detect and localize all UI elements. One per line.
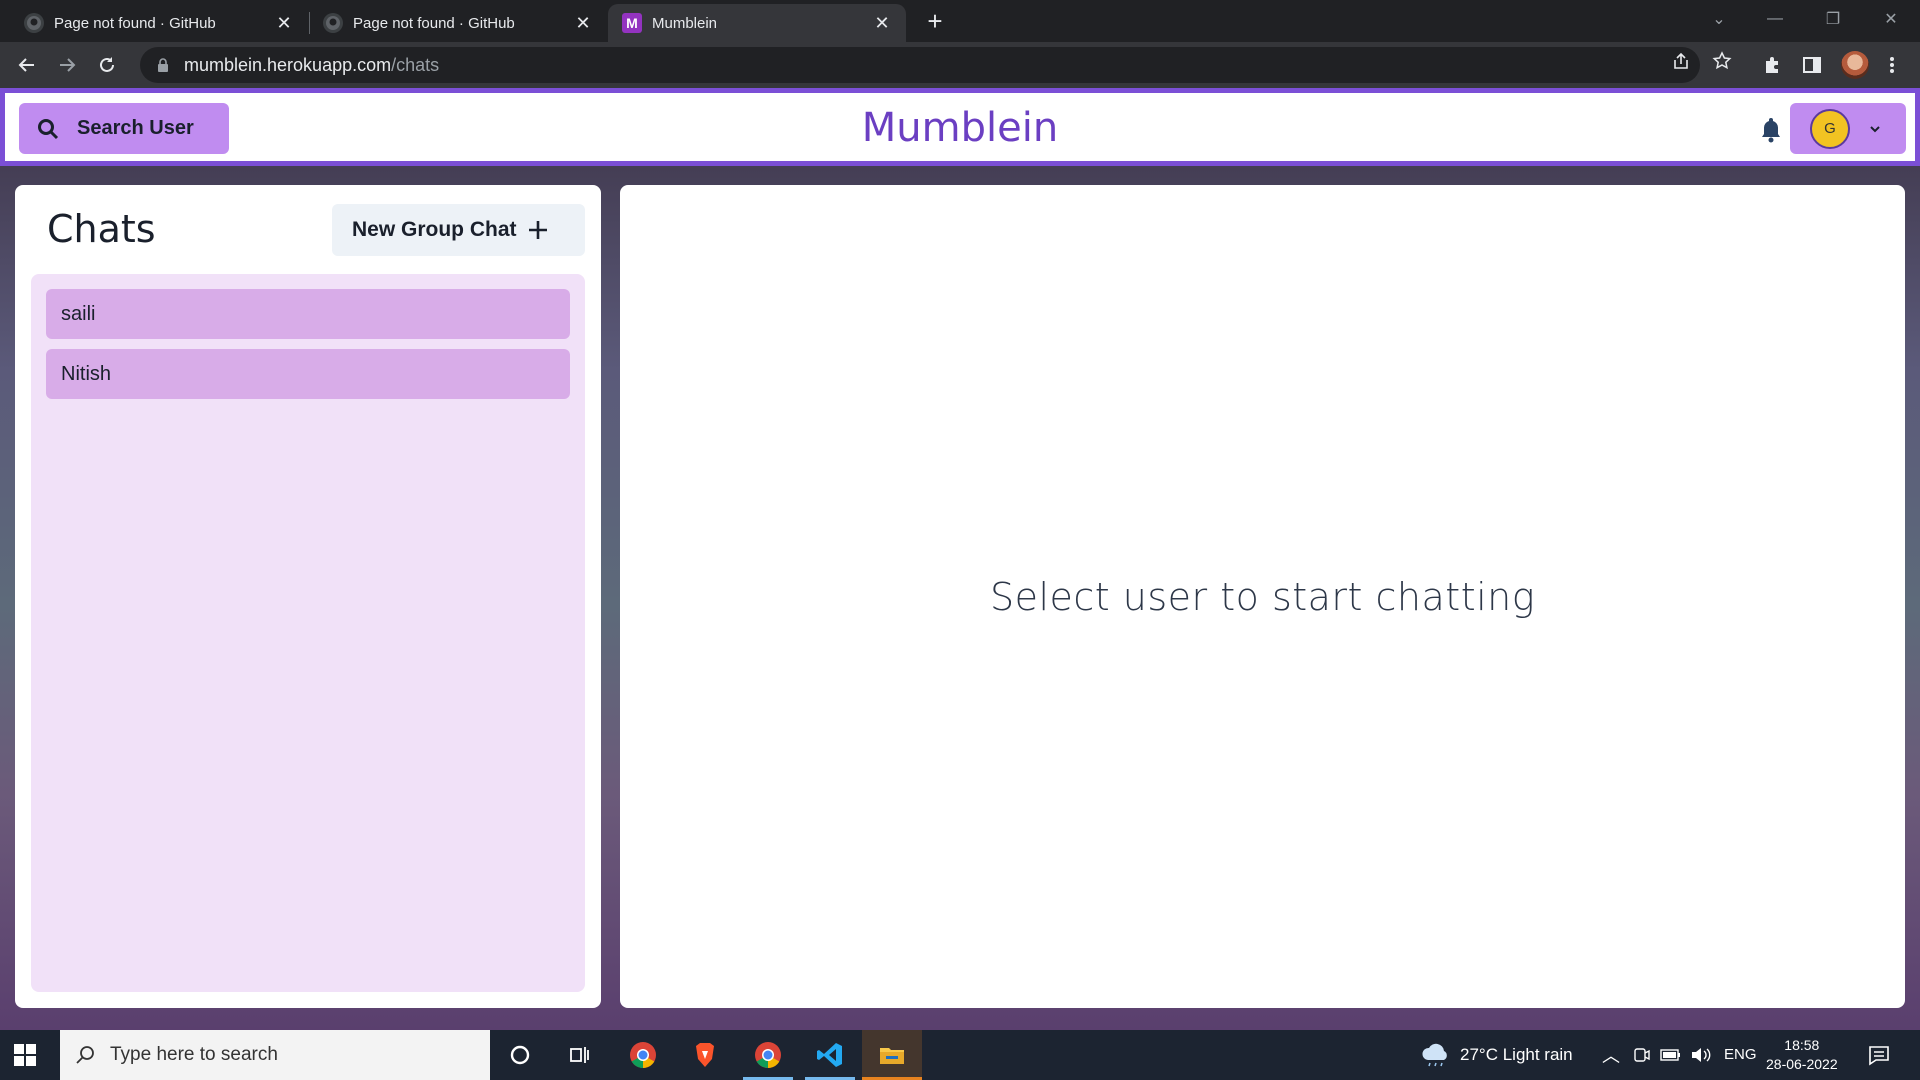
brave-browser-icon[interactable] bbox=[688, 1038, 722, 1072]
browser-tab-2[interactable]: Page not found · GitHub ✕ bbox=[309, 4, 607, 42]
close-tab-icon[interactable]: ✕ bbox=[573, 13, 593, 33]
new-tab-icon[interactable]: + bbox=[920, 6, 950, 36]
cortana-icon[interactable] bbox=[503, 1038, 537, 1072]
bookmark-star-icon[interactable] bbox=[1712, 51, 1732, 71]
app-title: Mumblein bbox=[861, 105, 1059, 151]
task-view-icon[interactable] bbox=[563, 1038, 597, 1072]
file-explorer-icon[interactable] bbox=[862, 1030, 922, 1080]
clock-time: 18:58 bbox=[1784, 1037, 1820, 1053]
plus-icon bbox=[528, 221, 547, 239]
forward-arrow-icon[interactable] bbox=[52, 50, 82, 80]
browser-toolbar: mumblein.herokuapp.com/chats bbox=[0, 42, 1920, 88]
app-page: Search User Mumblein G Chats New Group C… bbox=[0, 88, 1920, 1030]
close-tab-icon[interactable]: ✕ bbox=[274, 13, 294, 33]
new-group-chat-label: New Group Chat bbox=[352, 218, 517, 241]
kebab-menu-icon[interactable] bbox=[1880, 53, 1904, 77]
tab-title: Mumblein bbox=[652, 14, 718, 32]
empty-chat-message: Select user to start chatting bbox=[989, 574, 1536, 619]
github-icon bbox=[24, 13, 44, 33]
reload-icon[interactable] bbox=[92, 50, 122, 80]
taskbar-search-box[interactable]: Type here to search bbox=[60, 1030, 490, 1080]
address-bar[interactable]: mumblein.herokuapp.com/chats bbox=[140, 47, 1700, 83]
app-header: Search User Mumblein G bbox=[0, 88, 1920, 166]
back-arrow-icon[interactable] bbox=[12, 50, 42, 80]
chat-list: saili Nitish bbox=[31, 274, 585, 992]
clock-date: 28-06-2022 bbox=[1766, 1056, 1838, 1072]
mumblein-favicon: M bbox=[622, 13, 642, 33]
chat-list-item[interactable]: Nitish bbox=[46, 349, 570, 399]
chat-name: Nitish bbox=[61, 362, 112, 385]
browser-tab-strip: Page not found · GitHub ✕ Page not found… bbox=[0, 0, 1920, 42]
avatar: G bbox=[1810, 108, 1850, 149]
side-panel-icon[interactable] bbox=[1800, 53, 1824, 77]
language-indicator[interactable]: ENG bbox=[1724, 1046, 1757, 1063]
taskbar-search-placeholder: Type here to search bbox=[110, 1044, 278, 1065]
my-chats-panel: Chats New Group Chat saili Nitish bbox=[15, 185, 601, 1008]
windows-taskbar: Type here to search 27°C Light rain ︿ EN… bbox=[0, 1030, 1920, 1080]
system-clock[interactable]: 18:58 28-06-2022 bbox=[1766, 1036, 1838, 1074]
url-path: /chats bbox=[391, 54, 440, 75]
tab-search-chevron-icon[interactable]: ⌄ bbox=[1696, 0, 1742, 38]
browser-tab-active[interactable]: M Mumblein ✕ bbox=[608, 4, 906, 42]
chat-box: Select user to start chatting bbox=[620, 185, 1905, 1008]
tab-title: Page not found · GitHub bbox=[353, 14, 515, 32]
chrome-profile-taskbar-icon[interactable] bbox=[743, 1030, 793, 1080]
minimize-icon[interactable]: — bbox=[1752, 0, 1798, 38]
notification-bell-icon[interactable] bbox=[1757, 115, 1785, 143]
meet-now-icon[interactable] bbox=[1634, 1046, 1650, 1064]
tab-title: Page not found · GitHub bbox=[54, 14, 216, 32]
browser-tab-1[interactable]: Page not found · GitHub ✕ bbox=[10, 4, 308, 42]
cloud-rain-icon[interactable] bbox=[1420, 1042, 1450, 1068]
volume-icon[interactable] bbox=[1690, 1046, 1712, 1064]
browser-profile-avatar[interactable] bbox=[1841, 51, 1869, 79]
chats-heading: Chats bbox=[47, 207, 156, 251]
url-host: mumblein.herokuapp.com bbox=[184, 54, 392, 75]
close-tab-icon[interactable]: ✕ bbox=[872, 13, 892, 33]
chrome-icon[interactable] bbox=[626, 1038, 660, 1072]
windows-start-icon[interactable] bbox=[14, 1044, 36, 1066]
chat-name: saili bbox=[61, 302, 96, 325]
extensions-puzzle-icon[interactable] bbox=[1760, 53, 1784, 77]
new-group-chat-button[interactable]: New Group Chat bbox=[332, 204, 585, 256]
weather-text: 27°C Light rain bbox=[1460, 1045, 1573, 1064]
restore-icon[interactable]: ❐ bbox=[1810, 0, 1856, 38]
share-icon[interactable] bbox=[1671, 51, 1691, 71]
show-hidden-icons-chevron[interactable]: ︿ bbox=[1602, 1042, 1620, 1068]
chat-list-item[interactable]: saili bbox=[46, 289, 570, 339]
github-icon bbox=[323, 13, 343, 33]
close-window-icon[interactable]: ✕ bbox=[1868, 0, 1914, 38]
search-icon bbox=[76, 1046, 94, 1064]
lock-icon bbox=[158, 58, 168, 72]
chevron-down-icon bbox=[1870, 125, 1880, 132]
profile-menu-button[interactable]: G bbox=[1790, 103, 1906, 154]
notification-center-icon[interactable] bbox=[1868, 1044, 1890, 1066]
battery-icon[interactable] bbox=[1660, 1048, 1682, 1062]
vscode-icon[interactable] bbox=[805, 1030, 855, 1080]
